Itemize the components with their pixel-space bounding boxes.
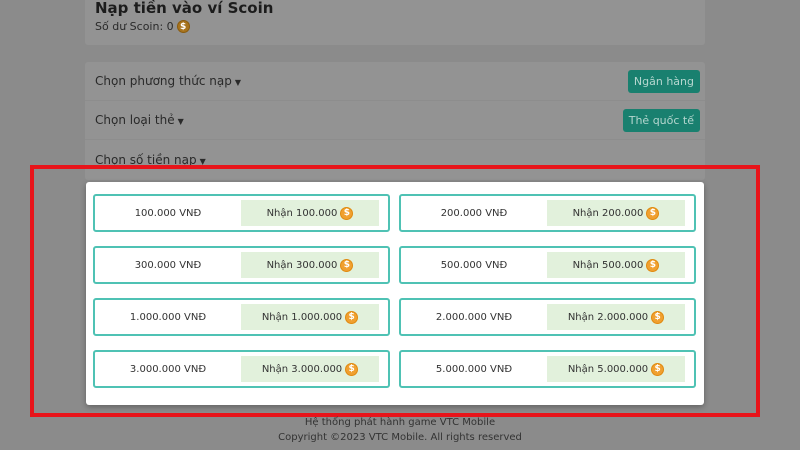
payment-method-dropdown[interactable]: Chọn phương thức nạp ▼	[95, 74, 241, 88]
options-panel: Chọn phương thức nạp ▼ Ngân hàng Chọn loạ…	[85, 62, 705, 180]
balance-label: Số dư Scoin: 0	[95, 20, 174, 33]
card-type-label: Chọn loại thẻ	[95, 113, 175, 127]
caret-down-icon: ▼	[177, 117, 184, 126]
caret-down-icon: ▼	[234, 78, 242, 87]
payment-method-row[interactable]: Chọn phương thức nạp ▼ Ngân hàng	[85, 62, 705, 101]
footer-copyright: Copyright ©2023 VTC Mobile. All rights r…	[278, 432, 522, 443]
footer-line1: Hệ thống phát hành game VTC Mobile	[304, 417, 496, 428]
footer: Hệ thống phát hành game VTC Mobile Copyr…	[0, 415, 800, 445]
coin-icon: $	[176, 20, 190, 33]
highlight-box	[30, 165, 760, 417]
page-title: Nạp tiền vào ví Scoin	[95, 0, 274, 17]
payment-method-label: Chọn phương thức nạp	[95, 74, 232, 88]
card-type-dropdown[interactable]: Chọn loại thẻ ▼	[95, 113, 184, 127]
international-card-button[interactable]: Thẻ quốc tế	[622, 108, 700, 132]
card-type-row[interactable]: Chọn loại thẻ ▼ Thẻ quốc tế	[85, 101, 705, 140]
wallet-header: Nạp tiền vào ví Scoin Số dư Scoin: 0 $	[85, 0, 705, 45]
bank-button[interactable]: Ngân hàng	[627, 69, 700, 93]
balance: Số dư Scoin: 0 $	[95, 20, 190, 33]
